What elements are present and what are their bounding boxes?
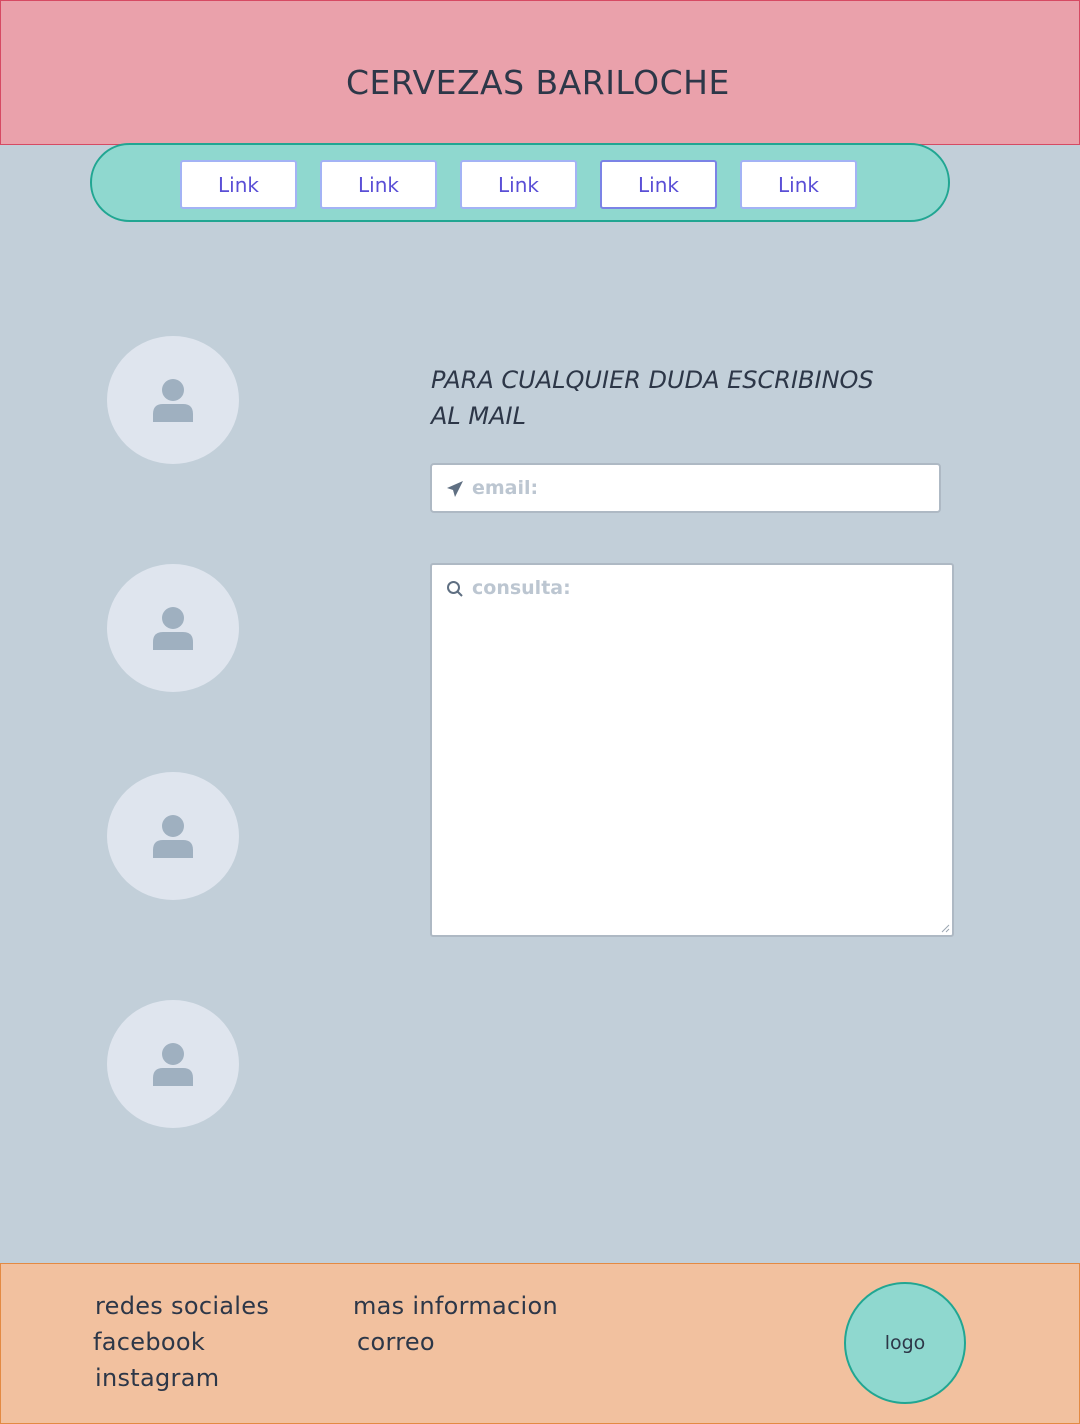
nav-link-4[interactable]: Link xyxy=(600,160,717,209)
email-placeholder: email: xyxy=(472,477,539,499)
consulta-placeholder: consulta: xyxy=(472,577,571,599)
facebook-link[interactable]: facebook xyxy=(93,1328,205,1356)
site-title: CERVEZAS BARILOCHE xyxy=(346,63,730,102)
user-icon xyxy=(153,379,193,422)
logo-text: logo xyxy=(884,1332,926,1354)
avatar xyxy=(107,772,239,900)
paper-plane-icon xyxy=(447,481,463,497)
nav-link-2[interactable]: Link xyxy=(320,160,437,209)
consulta-textarea[interactable]: consulta: xyxy=(430,563,954,937)
nav-link-3[interactable]: Link xyxy=(460,160,577,209)
logo: logo xyxy=(844,1282,966,1404)
nav-link-1[interactable]: Link xyxy=(180,160,297,209)
nav-link-5[interactable]: Link xyxy=(740,160,857,209)
user-icon xyxy=(153,607,193,650)
nav-bar: Link Link Link Link Link xyxy=(90,143,950,222)
site-footer: redes sociales facebook instagram mas in… xyxy=(0,1263,1080,1424)
site-header: CERVEZAS BARILOCHE xyxy=(0,0,1080,145)
avatar xyxy=(107,336,239,464)
search-icon xyxy=(447,581,463,597)
instagram-link[interactable]: instagram xyxy=(95,1364,219,1392)
user-icon xyxy=(153,1043,193,1086)
contact-heading: PARA CUALQUIER DUDA ESCRIBINOS AL MAIL xyxy=(431,366,874,430)
correo-link[interactable]: correo xyxy=(357,1328,435,1356)
avatar xyxy=(107,1000,239,1128)
redes-sociales-title: redes sociales xyxy=(95,1292,270,1320)
user-icon xyxy=(153,815,193,858)
email-field[interactable]: email: xyxy=(430,463,941,513)
resize-handle[interactable] xyxy=(940,923,950,933)
avatar xyxy=(107,564,239,692)
mas-informacion-title: mas informacion xyxy=(353,1292,559,1320)
